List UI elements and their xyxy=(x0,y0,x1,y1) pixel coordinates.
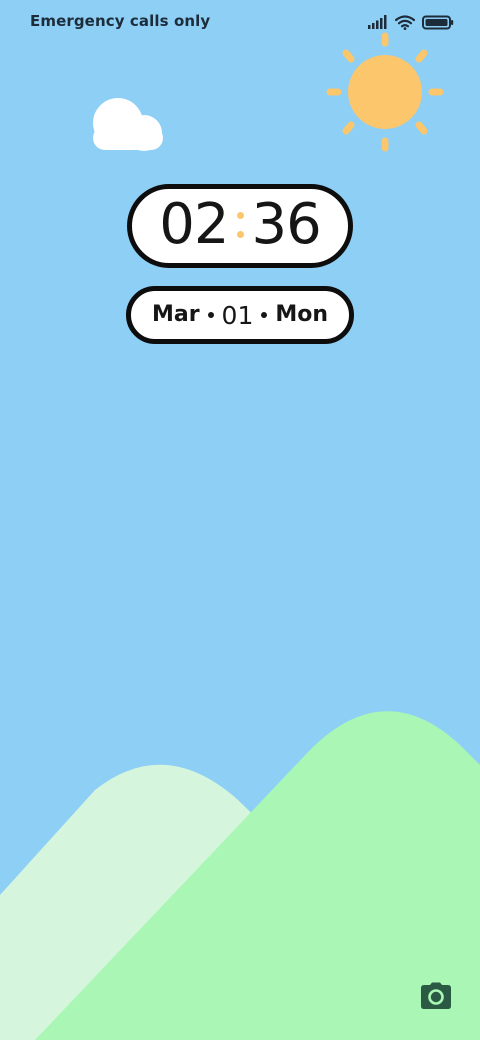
clock-hours: 02 xyxy=(159,192,229,257)
date: Mar 01 Mon xyxy=(126,286,354,344)
date-separator-dot xyxy=(261,312,268,318)
hills xyxy=(0,711,480,1040)
carrier-status: Emergency calls only xyxy=(30,12,211,30)
cloud-icon xyxy=(92,96,166,152)
clock-time: 02 36 xyxy=(159,192,322,257)
clock: 02 36 xyxy=(127,184,353,268)
battery-icon xyxy=(422,15,454,30)
clock-minutes: 36 xyxy=(251,192,322,257)
status-icons xyxy=(368,12,454,32)
wifi-icon xyxy=(395,14,415,30)
sun-icon xyxy=(322,30,448,154)
date-month: Mar xyxy=(151,302,200,327)
clock-separator xyxy=(236,205,244,245)
camera-button[interactable] xyxy=(420,982,452,1010)
date-weekday: Mon xyxy=(275,302,329,327)
date-day: 01 xyxy=(221,300,254,330)
signal-icon xyxy=(368,15,388,29)
camera-icon xyxy=(421,982,451,1009)
date-separator-dot xyxy=(207,312,214,318)
lock-screen: Emergency calls only 02 36 Mar 01 Mon xyxy=(0,0,480,1040)
